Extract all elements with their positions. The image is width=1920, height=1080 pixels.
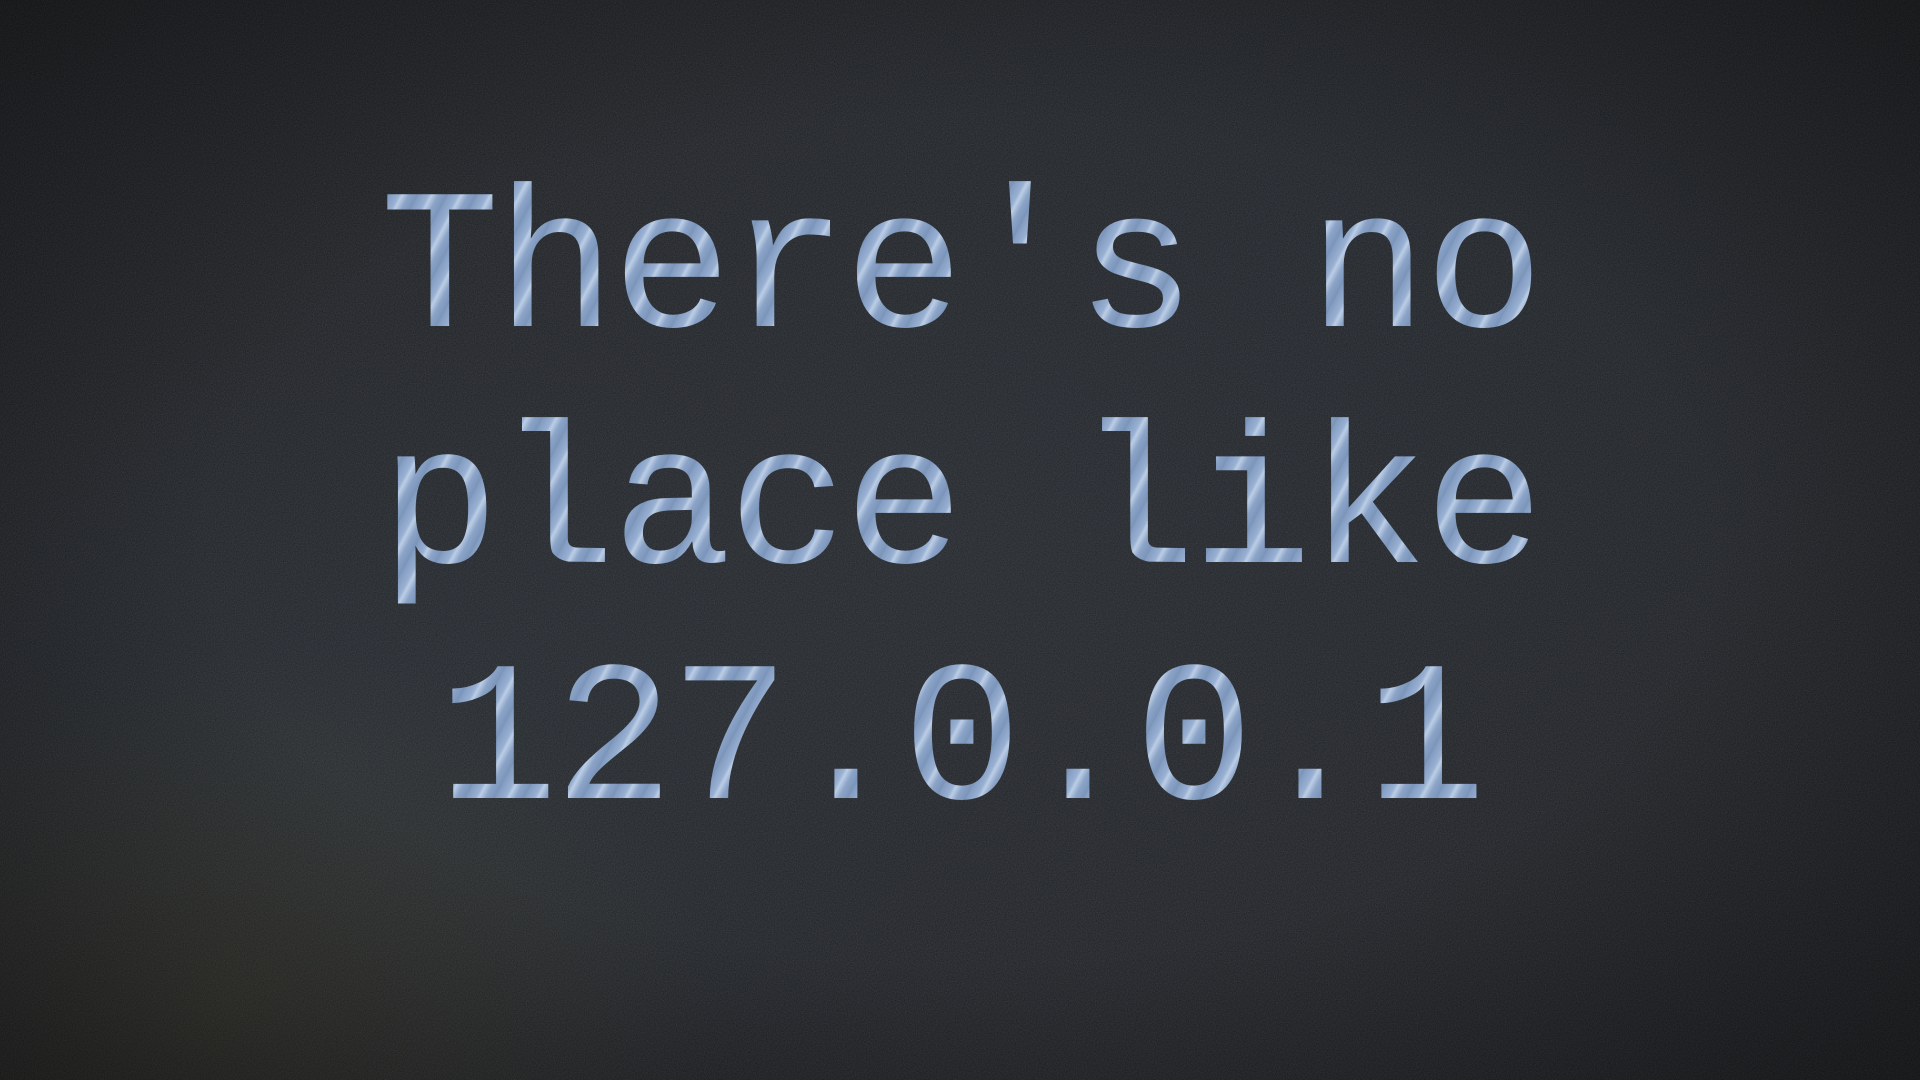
quote-line-3: 127.0.0.1 bbox=[438, 628, 1486, 864]
quote-text-block: There's no place like 127.0.0.1 bbox=[0, 0, 1920, 1080]
quote-line-2: place like bbox=[380, 392, 1544, 628]
quote-line-1: There's no bbox=[380, 156, 1544, 392]
background-canvas: There's no place like 127.0.0.1 bbox=[0, 0, 1920, 1080]
